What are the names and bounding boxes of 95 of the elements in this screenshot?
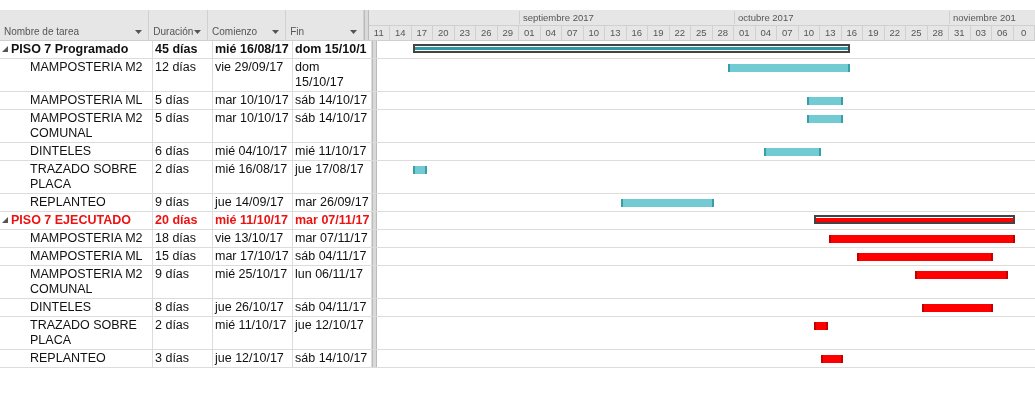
day-label: 23 [454, 26, 476, 40]
day-label: 29 [497, 26, 519, 40]
task-name: MAMPOSTERIA M2 [0, 59, 153, 91]
task-name: MAMPOSTERIA ML [0, 248, 153, 265]
table-cell: 5 días [153, 110, 213, 142]
day-label: 20 [433, 26, 455, 40]
task-name: MAMPOSTERIA M2 COMUNAL [0, 110, 153, 142]
column-header[interactable]: Nombre de tarea [0, 10, 150, 40]
table-cell: mié 11/10/17 [213, 317, 293, 349]
day-label: 22 [884, 26, 906, 40]
day-label: 07 [562, 26, 584, 40]
task-name: MAMPOSTERIA M2 COMUNAL [0, 266, 153, 298]
day-label: 26 [476, 26, 498, 40]
task-name: DINTELES [0, 143, 153, 160]
table-cell: 9 días [153, 194, 213, 211]
month-label: noviembre 201 [949, 11, 1016, 24]
summary-task-name: PISO 7 EJECUTADO [11, 213, 131, 228]
table-cell: 9 días [153, 266, 213, 298]
task-bar [821, 355, 843, 363]
task-name: REPLANTEO [0, 194, 153, 211]
day-label: 01 [519, 26, 541, 40]
table-cell: 45 días [153, 41, 213, 58]
table-cell: mié 16/08/17 [213, 161, 293, 193]
column-header[interactable]: Fin [286, 10, 364, 40]
table-cell: 5 días [153, 92, 213, 109]
day-label: 14 [390, 26, 412, 40]
table-cell: 8 días [153, 299, 213, 316]
month-label: octubre 2017 [734, 11, 794, 24]
pane-splitter[interactable] [372, 41, 377, 58]
day-label: 04 [540, 26, 562, 40]
day-label: 19 [863, 26, 885, 40]
task-name: MAMPOSTERIA M2 [0, 230, 153, 247]
day-label: 28 [927, 26, 949, 40]
column-header[interactable]: Duración [149, 10, 209, 40]
task-bar [807, 97, 843, 105]
table-cell: 2 días [153, 161, 213, 193]
pane-splitter[interactable] [372, 350, 377, 367]
table-cell: 3 días [153, 350, 213, 367]
table-cell: jue 26/10/17 [213, 299, 293, 316]
dropdown-arrow-icon[interactable] [135, 30, 143, 34]
day-label: 04 [755, 26, 777, 40]
table-cell: 12 días [153, 59, 213, 91]
column-header[interactable]: Comienzo [208, 10, 287, 40]
table-cell: mar 10/10/17 [213, 92, 293, 109]
day-label: 17 [411, 26, 433, 40]
table-cell: mar 10/10/17 [213, 110, 293, 142]
task-name: TRAZADO SOBRE PLACA [0, 317, 153, 349]
task-bar [412, 166, 428, 174]
collapse-triangle-icon[interactable] [2, 46, 8, 52]
day-label: 25 [906, 26, 928, 40]
table-cell: 20 días [153, 212, 213, 229]
task-bar [814, 322, 829, 330]
day-label: 06 [992, 26, 1014, 40]
task-name: TRAZADO SOBRE PLACA [0, 161, 153, 193]
day-label: 11 [368, 26, 390, 40]
table-cell: 6 días [153, 143, 213, 160]
task-bar [807, 115, 843, 123]
task-name: MAMPOSTERIA ML [0, 92, 153, 109]
day-label: 16 [626, 26, 648, 40]
task-name: DINTELES [0, 299, 153, 316]
day-label: 19 [648, 26, 670, 40]
table-cell: 15 días [153, 248, 213, 265]
table-cell: mié 04/10/17 [213, 143, 293, 160]
day-label: 07 [777, 26, 799, 40]
task-name: REPLANTEO [0, 350, 153, 367]
table-cell: 2 días [153, 317, 213, 349]
table-cell: mar 17/10/17 [213, 248, 293, 265]
day-label: 28 [712, 26, 734, 40]
table-cell: 18 días [153, 230, 213, 247]
table-cell: mié 16/08/17 [213, 41, 293, 58]
day-label: 13 [605, 26, 627, 40]
table-cell: jue 14/09/17 [213, 194, 293, 211]
day-label: 01 [734, 26, 756, 40]
dropdown-arrow-icon[interactable] [349, 30, 357, 34]
day-label: 0 [1013, 26, 1035, 40]
table-cell: jue 12/10/17 [213, 350, 293, 367]
dropdown-arrow-icon[interactable] [272, 30, 280, 34]
day-label: 25 [691, 26, 713, 40]
day-label: 16 [841, 26, 863, 40]
pane-splitter[interactable] [363, 10, 369, 40]
day-label: 22 [669, 26, 691, 40]
day-label: 31 [949, 26, 971, 40]
collapse-triangle-icon[interactable] [2, 217, 8, 223]
table-cell: vie 13/10/17 [213, 230, 293, 247]
table-cell: mié 25/10/17 [213, 266, 293, 298]
table-cell: mié 11/10/17 [213, 212, 293, 229]
table-cell: vie 29/09/17 [213, 59, 293, 91]
task-bar [764, 148, 822, 156]
day-label: 03 [970, 26, 992, 40]
day-label: 10 [583, 26, 605, 40]
dropdown-arrow-icon[interactable] [194, 30, 202, 34]
day-label: 10 [798, 26, 820, 40]
day-label: 13 [820, 26, 842, 40]
month-label: septiembre 2017 [519, 11, 594, 24]
summary-task-name: PISO 7 Programado [11, 42, 129, 57]
